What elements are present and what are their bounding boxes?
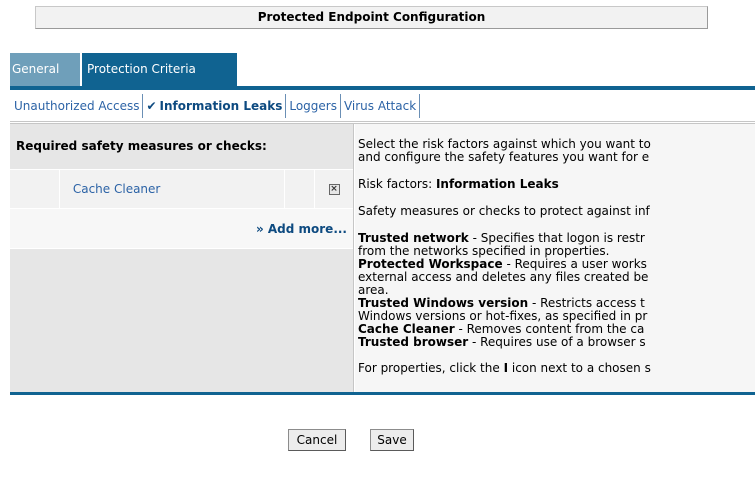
tab-general[interactable]: General: [10, 53, 80, 86]
protected-workspace-desc-2: external access and deletes any files cr…: [358, 270, 649, 284]
properties-hint-post: icon next to a chosen s: [508, 361, 651, 375]
add-more-row: » Add more...: [10, 209, 353, 249]
subtab-loggers[interactable]: Loggers: [286, 93, 341, 118]
subtab-information-leaks-label: Information Leaks: [159, 98, 283, 113]
safety-measures-panel: Required safety measures or checks: Cach…: [10, 124, 354, 392]
safety-measures-text: Safety measures or checks to protect aga…: [358, 204, 650, 218]
save-button[interactable]: Save: [370, 429, 414, 451]
trusted-windows-text: - Restricts access t: [528, 296, 645, 310]
cancel-button[interactable]: Cancel: [288, 429, 346, 451]
add-more-link[interactable]: » Add more...: [256, 222, 347, 236]
main-tabs: General Protection Criteria: [10, 53, 237, 86]
subtab-information-leaks[interactable]: ✔ Information Leaks: [143, 93, 287, 118]
risk-factors-value: Information Leaks: [435, 177, 559, 191]
description-panel: Select the risk factors against which yo…: [355, 124, 755, 392]
row-spacer: [285, 170, 316, 208]
trusted-browser-title: Trusted browser: [358, 335, 469, 349]
tab-protection-criteria[interactable]: Protection Criteria: [82, 53, 237, 86]
trusted-browser-text: - Requires use of a browser s: [468, 335, 646, 349]
trusted-network-title: Trusted network: [358, 231, 469, 245]
checkmark-icon: ✔: [146, 98, 157, 113]
cache-cleaner-text: - Removes content from the ca: [454, 322, 645, 336]
list-item: Cache Cleaner ×: [10, 169, 353, 209]
trusted-windows-title: Trusted Windows version: [358, 296, 529, 310]
cache-cleaner-title: Cache Cleaner: [358, 322, 455, 336]
window-title: Protected Endpoint Configuration: [35, 6, 708, 29]
risk-factors-label: Risk factors:: [358, 177, 436, 191]
risk-factors-line: Risk factors: Information Leaks: [358, 178, 755, 191]
trusted-browser-desc: Trusted browser - Requires use of a brow…: [358, 336, 755, 349]
subtabs-bar: Unauthorized Access ✔ Information Leaks L…: [10, 90, 755, 122]
protected-workspace-title: Protected Workspace: [358, 257, 503, 271]
intro-text-2: and configure the safety features you wa…: [358, 150, 650, 164]
close-box-icon[interactable]: ×: [328, 183, 340, 195]
properties-hint: For properties, click the I icon next to…: [358, 362, 755, 375]
subtab-virus-attack[interactable]: Virus Attack: [341, 93, 421, 118]
bottom-divider: [10, 392, 755, 395]
row-spacer: [10, 170, 60, 208]
delete-cell: ×: [315, 170, 353, 208]
safety-measures-header: Required safety measures or checks:: [16, 139, 267, 153]
trusted-network-text: - Specifies that logon is restr: [468, 231, 645, 245]
cache-cleaner-link[interactable]: Cache Cleaner: [60, 170, 286, 208]
protected-workspace-text: - Requires a user works: [502, 257, 647, 271]
properties-hint-pre: For properties, click the: [358, 361, 504, 375]
subtab-unauthorized-access[interactable]: Unauthorized Access: [10, 93, 144, 118]
